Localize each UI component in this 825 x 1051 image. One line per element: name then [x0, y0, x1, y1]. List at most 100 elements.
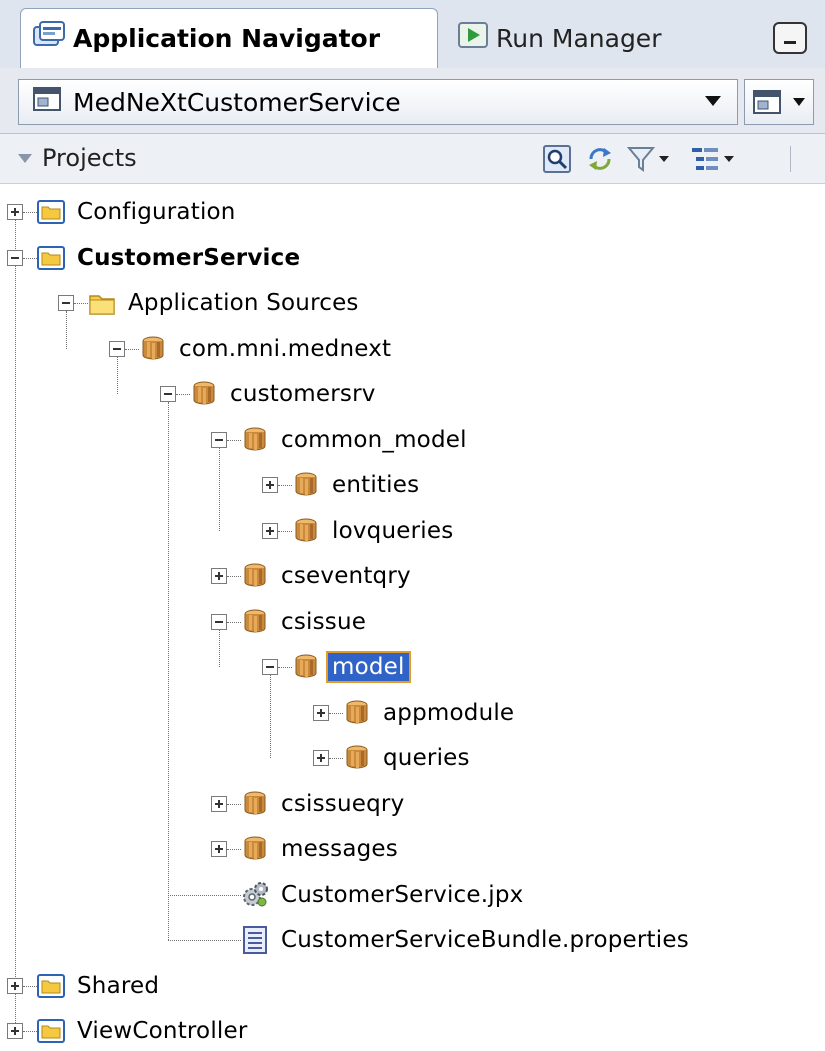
- collapse-icon[interactable]: [262, 659, 278, 675]
- tree-node-csissue[interactable]: csissue: [241, 602, 370, 642]
- collapse-icon[interactable]: [58, 295, 74, 311]
- tree-connector-line: [329, 758, 343, 759]
- expand-icon[interactable]: [7, 977, 23, 994]
- tree-node-label: CustomerService.jpx: [281, 881, 524, 908]
- tree-node-label: Application Sources: [128, 290, 359, 316]
- package-icon: [292, 471, 320, 499]
- tree-node-messages[interactable]: messages: [241, 829, 402, 869]
- tree-node-entities[interactable]: entities: [292, 465, 423, 505]
- tree-node-label: lovqueries: [332, 517, 454, 544]
- tree-node-customerservice[interactable]: CustomerService: [37, 238, 304, 278]
- tree-connector-line: [227, 439, 241, 441]
- tree-node-com-mni-mednext[interactable]: com.mni.mednext: [139, 329, 395, 369]
- expand-icon[interactable]: [313, 704, 329, 721]
- tab-run-manager[interactable]: Run Manager: [446, 8, 706, 68]
- working-sets-icon[interactable]: [690, 144, 734, 174]
- projects-header: Projects: [0, 134, 825, 184]
- tree-node-customerservice-jpx[interactable]: CustomerService.jpx: [241, 875, 527, 915]
- collapse-icon[interactable]: [109, 340, 125, 357]
- tree-node-customersrv[interactable]: customersrv: [190, 374, 380, 414]
- tree-connector-line: [278, 667, 292, 668]
- chevron-down-icon: [793, 98, 805, 106]
- application-menu-button[interactable]: [744, 79, 814, 125]
- navigator-tab-bar: Application Navigator Run Manager: [0, 0, 825, 68]
- application-icon: [753, 90, 781, 118]
- tree-node-label: model: [326, 651, 411, 683]
- tree-node-application-sources[interactable]: Application Sources: [88, 283, 363, 323]
- filter-icon[interactable]: [627, 144, 669, 174]
- application-selector-bar: MedNeXtCustomerService: [0, 68, 825, 134]
- tree-node-label: messages: [281, 836, 398, 862]
- expand-icon[interactable]: [262, 522, 278, 539]
- tree-connector-line: [227, 621, 241, 623]
- tree-node-label: CustomerServiceBundle.properties: [281, 927, 689, 953]
- project-folder-icon: [37, 198, 65, 226]
- tree-guide-line: [270, 675, 271, 758]
- tree-connector-line: [23, 1031, 37, 1032]
- run-icon: [458, 22, 488, 54]
- collapse-icon[interactable]: [211, 431, 227, 448]
- tab-label: Application Navigator: [73, 24, 381, 53]
- tree-guide-line: [168, 402, 169, 940]
- expand-icon[interactable]: [7, 204, 23, 220]
- project-folder-icon: [37, 1017, 65, 1045]
- tree-connector-line: [278, 485, 292, 486]
- tree-node-label: csissue: [281, 608, 367, 635]
- expand-icon[interactable]: [7, 1023, 23, 1039]
- application-navigator-icon: [33, 20, 65, 57]
- tree-node-label: appmodule: [383, 699, 515, 726]
- tree-node-viewcontroller[interactable]: ViewController: [37, 1011, 252, 1051]
- tree-connector-line: [278, 530, 292, 532]
- tree-node-appmodule[interactable]: appmodule: [343, 693, 518, 733]
- project-folder-icon: [37, 244, 65, 272]
- minimize-icon[interactable]: [773, 22, 807, 54]
- tree-connector-line: [23, 985, 37, 987]
- tree-node-lovqueries[interactable]: lovqueries: [292, 511, 457, 551]
- tree-node-label: CustomerService: [77, 244, 301, 271]
- tree-node-configuration[interactable]: Configuration: [37, 192, 240, 232]
- jpx-file-icon: [241, 881, 269, 909]
- tree-node-model[interactable]: model: [292, 647, 411, 687]
- project-tree: Configuration CustomerService Application …: [0, 184, 825, 1044]
- tree-guide-line: [219, 447, 220, 531]
- tree-connector-line: [227, 576, 241, 577]
- tree-connector-line: [227, 849, 241, 850]
- package-icon: [241, 835, 269, 863]
- refresh-icon[interactable]: [585, 144, 615, 174]
- tab-application-navigator[interactable]: Application Navigator: [20, 8, 438, 68]
- tree-connector-line: [227, 803, 241, 805]
- expand-icon[interactable]: [211, 841, 227, 857]
- folder-icon: [88, 289, 116, 317]
- collapse-icon[interactable]: [7, 249, 23, 266]
- expand-icon[interactable]: [211, 568, 227, 584]
- package-icon: [292, 653, 320, 681]
- tree-connector-line: [168, 894, 241, 896]
- application-dropdown[interactable]: MedNeXtCustomerService: [18, 79, 738, 125]
- tree-connector-line: [168, 940, 241, 941]
- expand-icon[interactable]: [211, 795, 227, 812]
- search-icon[interactable]: [543, 144, 571, 174]
- package-icon: [139, 335, 167, 363]
- chevron-down-icon: [705, 96, 721, 106]
- package-icon: [292, 517, 320, 545]
- project-folder-icon: [37, 972, 65, 1000]
- collapse-icon[interactable]: [211, 613, 227, 630]
- collapse-icon[interactable]: [160, 386, 176, 402]
- tree-guide-line: [219, 629, 220, 667]
- tree-node-shared[interactable]: Shared: [37, 966, 163, 1006]
- tree-node-label: queries: [383, 745, 470, 771]
- tree-guide-line: [66, 311, 67, 349]
- projects-label: Projects: [42, 144, 137, 172]
- expand-icon[interactable]: [262, 477, 278, 493]
- tree-connector-line: [74, 303, 88, 304]
- tree-node-common-model[interactable]: common_model: [241, 420, 471, 460]
- tree-node-queries[interactable]: queries: [343, 738, 474, 778]
- chevron-down-icon: [724, 156, 734, 162]
- tree-node-customerservicebundle-properties[interactable]: CustomerServiceBundle.properties: [241, 920, 693, 960]
- projects-panel-toggle[interactable]: Projects: [18, 144, 137, 172]
- tree-node-csissueqry[interactable]: csissueqry: [241, 784, 408, 824]
- tree-node-label: csissueqry: [281, 790, 405, 817]
- package-icon: [241, 562, 269, 590]
- expand-icon[interactable]: [313, 750, 329, 766]
- tree-node-cseventqry[interactable]: cseventqry: [241, 556, 415, 596]
